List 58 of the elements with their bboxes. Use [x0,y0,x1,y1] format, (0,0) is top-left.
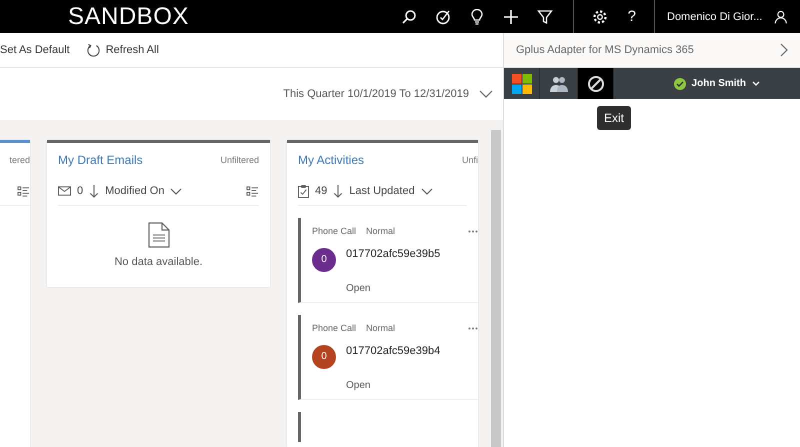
filter-label: Unfiltered [220,155,259,165]
chevron-down-icon[interactable] [170,188,182,194]
caret-icon [752,81,760,86]
priority-label: Normal [366,323,396,333]
activity-subject[interactable]: 017702afc59e39b5 [346,248,440,260]
scrollbar[interactable] [491,130,501,447]
panel-title: Gplus Adapter for MS Dynamics 365 [516,44,694,56]
help-button[interactable]: ? [628,8,636,25]
record-count: 0 [77,185,84,197]
chevron-down-icon[interactable] [479,90,493,98]
refresh-all-button[interactable]: Refresh All [86,42,159,58]
windows-logo-icon [512,74,532,94]
sort-arrow-icon[interactable] [89,184,100,198]
card-title[interactable]: My Draft Emails [58,153,143,167]
activity-type: Phone Call [312,226,356,236]
search-icon[interactable] [400,8,417,24]
card-title[interactable]: My Activities [298,153,364,167]
list-view-icon[interactable] [17,186,30,196]
settings-icon[interactable] [592,8,608,24]
agent-status-dropdown[interactable]: John Smith [674,78,760,90]
more-icon[interactable] [468,326,478,330]
document-icon [148,222,170,248]
person-icon[interactable] [774,8,788,24]
avatar-initial: 0 [312,248,336,272]
avatar-initial: 0 [312,344,336,368]
sort-arrow-icon[interactable] [333,184,344,198]
envelope-icon [58,186,71,196]
sort-field[interactable]: Last Updated [349,185,415,197]
tooltip: Exit [597,106,632,130]
list-view-icon[interactable] [246,186,259,196]
refresh-icon [86,42,101,58]
priority-label: Normal [366,226,396,236]
activity-item[interactable]: Phone Call Normal 0 017702afc59e39b5 Open [298,218,478,303]
target-check-icon[interactable] [434,8,451,24]
app-title: SANDBOX [68,2,190,30]
empty-message: No data available. [114,256,203,268]
chevron-right-icon[interactable] [780,43,788,57]
clipboard-icon [298,184,309,198]
prohibited-icon [586,74,604,92]
people-icon [548,74,568,92]
more-icon[interactable] [468,230,478,232]
activity-status: Open [346,283,370,294]
sort-field[interactable]: Modified On [105,185,164,197]
lightbulb-icon[interactable] [468,8,485,24]
activity-subject[interactable]: 017702afc59e39b4 [346,344,440,356]
activity-status: Open [346,380,370,391]
chevron-down-icon[interactable] [420,188,433,194]
activity-type: Phone Call [312,323,356,333]
user-name[interactable]: Domenico Di Gior... [667,10,762,22]
filter-icon[interactable] [536,8,553,24]
activity-item[interactable]: Phone Call Normal 0 017702afc59e39b4 Open [298,315,478,400]
filter-label: tered [9,155,30,165]
plus-icon[interactable] [502,8,519,24]
filter-label: Unfi [462,155,478,165]
date-filter[interactable]: This Quarter 10/1/2019 To 12/31/2019 [283,88,469,100]
exit-tab[interactable] [578,68,614,99]
record-count: 49 [315,185,328,197]
set-as-default-button[interactable]: Set As Default [0,44,70,56]
